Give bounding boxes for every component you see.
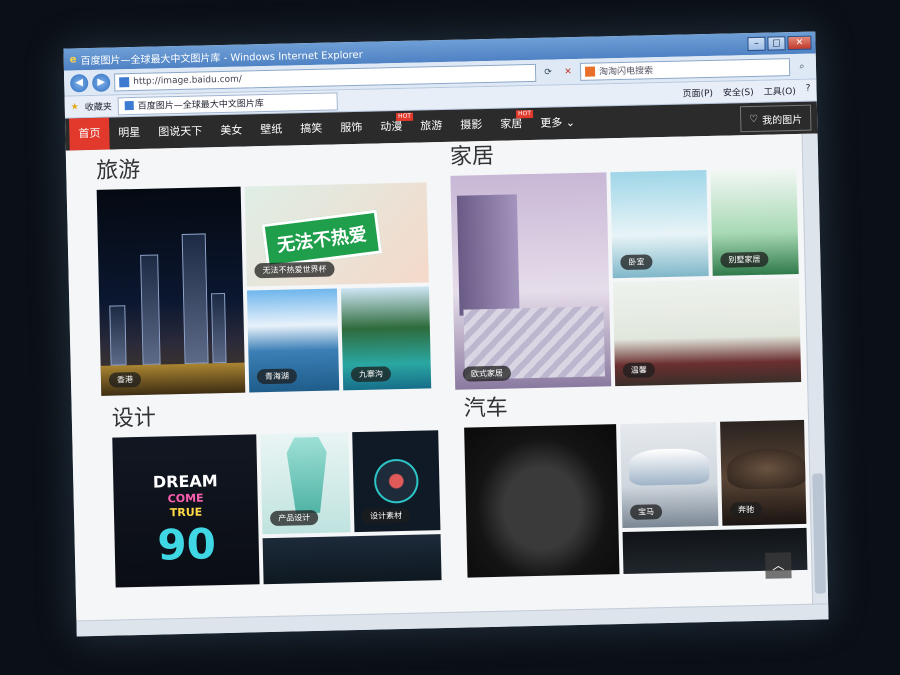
forward-button[interactable]: ▶ bbox=[91, 73, 111, 92]
back-button[interactable]: ◀ bbox=[70, 73, 89, 92]
chevron-up-icon: ︿ bbox=[772, 558, 785, 573]
refresh-button[interactable]: ⟳ bbox=[540, 64, 556, 80]
tile-caption: 九寨沟 bbox=[350, 366, 392, 383]
minimize-button[interactable]: – bbox=[747, 36, 766, 52]
image-tile-hongkong[interactable]: 香港 bbox=[96, 186, 246, 396]
main-content: 旅游 香港 无法不热爱 无法不热爱世界杯 青海湖 九寨沟 家居 欧式家居 卧室 … bbox=[65, 132, 813, 621]
nav-item-funny[interactable]: 搞笑 bbox=[291, 113, 332, 146]
star-icon[interactable]: ★ bbox=[71, 102, 79, 112]
image-tile-bmw[interactable]: 宝马 bbox=[620, 421, 719, 529]
image-tile-design-extra[interactable] bbox=[262, 534, 442, 585]
close-button[interactable]: ✕ bbox=[787, 35, 812, 51]
tile-caption: 温馨 bbox=[622, 362, 656, 378]
browser-window: e 百度图片—全球最大中文图片库 - Windows Internet Expl… bbox=[63, 31, 829, 637]
tile-caption: 设计素材 bbox=[361, 507, 411, 524]
tile-caption: 奔驰 bbox=[729, 501, 763, 518]
ie-icon: e bbox=[69, 53, 77, 65]
page-menu[interactable]: 页面(P) bbox=[682, 86, 713, 100]
tile-caption: 无法不热爱世界杯 bbox=[254, 261, 335, 279]
url-text: http://image.baidu.com/ bbox=[133, 74, 243, 87]
nav-item-photo[interactable]: 摄影 bbox=[451, 109, 492, 142]
tile-caption: 卧室 bbox=[620, 254, 653, 271]
stop-button[interactable]: ✕ bbox=[560, 63, 576, 79]
section-design: 设计 DREAM COME TRUE 90 产品设计 设计素材 bbox=[111, 394, 442, 588]
search-input[interactable]: 淘淘闪电搜索 bbox=[579, 57, 791, 81]
dream-text: DREAM bbox=[152, 471, 218, 492]
image-tile-cozy[interactable]: 温馨 bbox=[612, 277, 802, 387]
tile-caption: 产品设计 bbox=[269, 509, 319, 527]
search-icon[interactable]: ⌕ bbox=[794, 58, 810, 74]
help-icon[interactable]: ? bbox=[806, 84, 811, 97]
tile-caption: 宝马 bbox=[629, 504, 663, 520]
image-tile-qinghai-lake[interactable]: 青海湖 bbox=[246, 288, 340, 393]
browser-tab[interactable]: 百度图片—全球最大中文图片库 bbox=[117, 91, 338, 115]
nav-item-home-decor[interactable]: 家居 HOT bbox=[491, 108, 534, 141]
image-tile-black-car[interactable] bbox=[464, 424, 620, 578]
search-placeholder: 淘淘闪电搜索 bbox=[598, 66, 654, 78]
tile-caption: 欧式家居 bbox=[462, 365, 512, 382]
heart-icon: ♡ bbox=[749, 113, 759, 125]
image-tile-product-design[interactable]: 产品设计 bbox=[260, 432, 351, 535]
nav-item-wallpaper[interactable]: 壁纸 bbox=[251, 113, 292, 146]
image-tile-villa[interactable]: 别墅家居 bbox=[710, 168, 799, 276]
image-tile-jiuzhaigou[interactable]: 九寨沟 bbox=[340, 286, 432, 391]
nav-item-stars[interactable]: 明星 bbox=[109, 117, 150, 150]
scrollbar-thumb[interactable] bbox=[812, 473, 826, 594]
search-provider-icon bbox=[584, 66, 596, 77]
nav-item-beauty[interactable]: 美女 bbox=[211, 114, 252, 147]
nav-item-fashion[interactable]: 服饰 bbox=[331, 112, 372, 145]
back-to-top-button[interactable]: ︿ bbox=[765, 552, 792, 579]
section-travel: 旅游 香港 无法不热爱 无法不热爱世界杯 青海湖 九寨沟 bbox=[96, 146, 432, 399]
image-tile-worldcup[interactable]: 无法不热爱 无法不热爱世界杯 bbox=[244, 182, 429, 287]
nav-item-world[interactable]: 图说天下 bbox=[149, 115, 212, 148]
tab-icon bbox=[124, 101, 134, 111]
nav-item-anime[interactable]: 动漫 HOT bbox=[371, 111, 414, 144]
page-icon bbox=[119, 76, 130, 87]
image-tile-benz[interactable]: 奔驰 bbox=[720, 419, 807, 526]
safety-menu[interactable]: 安全(S) bbox=[723, 85, 754, 99]
tile-caption: 香港 bbox=[108, 371, 142, 388]
my-images-button[interactable]: ♡ 我的图片 bbox=[739, 104, 812, 133]
maximize-button[interactable]: □ bbox=[767, 36, 786, 51]
image-tile-european-home[interactable]: 欧式家居 bbox=[450, 172, 612, 390]
ninety-text: 90 bbox=[156, 519, 217, 570]
tools-menu[interactable]: 工具(O) bbox=[764, 84, 796, 98]
ad-banner-text: 无法不热爱 bbox=[261, 209, 383, 268]
tile-caption: 青海湖 bbox=[256, 368, 298, 385]
image-tile-design-material[interactable]: 设计素材 bbox=[352, 430, 441, 533]
chevron-down-icon: ⌄ bbox=[565, 116, 576, 130]
favorites-button[interactable]: 收藏夹 bbox=[85, 100, 112, 114]
nav-item-more[interactable]: 更多 ⌄ bbox=[531, 107, 584, 140]
tab-title: 百度图片—全球最大中文图片库 bbox=[137, 99, 264, 112]
section-car: 汽车 宝马 奔驰 bbox=[463, 384, 808, 578]
nav-item-home[interactable]: 首页 bbox=[69, 117, 110, 151]
image-tile-dream[interactable]: DREAM COME TRUE 90 bbox=[112, 434, 260, 588]
tile-caption: 别墅家居 bbox=[720, 251, 769, 268]
section-home: 家居 欧式家居 卧室 别墅家居 温馨 bbox=[450, 132, 802, 390]
image-tile-bedroom[interactable]: 卧室 bbox=[610, 170, 709, 279]
nav-item-travel[interactable]: 旅游 bbox=[411, 110, 452, 143]
